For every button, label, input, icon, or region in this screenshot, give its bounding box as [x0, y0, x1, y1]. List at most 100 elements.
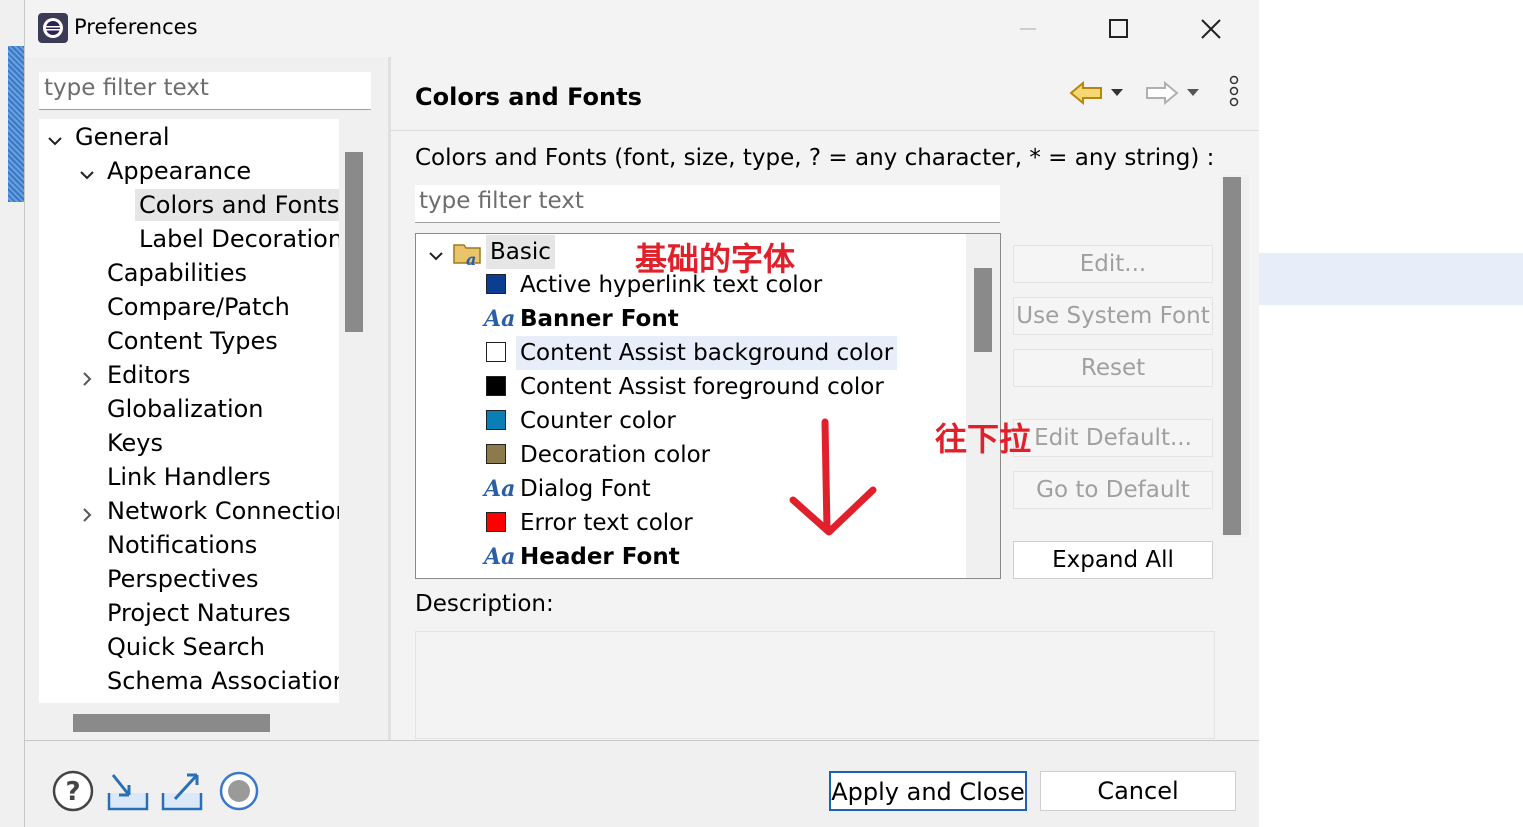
tree-item-keys[interactable]: Keys: [107, 427, 163, 459]
edit-default-button[interactable]: Edit Default...: [1013, 419, 1213, 457]
page-title: Colors and Fonts: [415, 83, 642, 111]
import-icon[interactable]: [105, 769, 149, 813]
colors-tree-scroll-thumb[interactable]: [974, 268, 992, 352]
tree-item-capabilities[interactable]: Capabilities: [107, 257, 247, 289]
tree-item-network-connections[interactable]: Network Connections: [83, 495, 339, 527]
tree-item-label: Keys: [107, 429, 164, 457]
tree-item-appearance[interactable]: Appearance: [80, 155, 252, 187]
tree-item-quick-search[interactable]: Quick Search: [107, 631, 265, 663]
svg-text:a: a: [466, 250, 476, 267]
color-font-item-label: Counter color: [520, 408, 676, 434]
color-swatch-icon: [486, 376, 506, 396]
page-vertical-scroll-thumb[interactable]: [1223, 177, 1241, 535]
reset-button[interactable]: Reset: [1013, 349, 1213, 387]
tree-item-globalization[interactable]: Globalization: [107, 393, 264, 425]
color-font-item-label: Dialog Font: [520, 476, 651, 502]
colors-fonts-tree: a Basic Active hyperlink text color Aa Ban…: [415, 233, 1001, 579]
cancel-button[interactable]: Cancel: [1040, 771, 1236, 811]
page-navigation-tools: [1069, 75, 1249, 111]
font-aa-icon: Aa: [484, 476, 516, 502]
close-button[interactable]: [1188, 12, 1234, 46]
go-to-default-button[interactable]: Go to Default: [1013, 471, 1213, 509]
description-label: Description:: [415, 591, 554, 617]
tree-item-label: Globalization: [107, 395, 264, 423]
font-category-folder-icon: a: [452, 237, 484, 269]
color-font-item-label: Content Assist foreground color: [520, 374, 884, 400]
tree-item-label: Notifications: [107, 531, 258, 559]
preferences-dialog: Preferences type filter text General Appe…: [24, 0, 1259, 827]
export-icon[interactable]: [159, 769, 203, 813]
tree-vertical-scroll-thumb[interactable]: [345, 152, 363, 332]
tree-item-colors-and-fonts[interactable]: Colors and Fonts: [135, 189, 339, 221]
edit-button[interactable]: Edit...: [1013, 245, 1213, 283]
svg-text:?: ?: [65, 777, 80, 807]
annotation-basic-font: 基础的字体: [635, 240, 796, 278]
tree-item-general[interactable]: General: [48, 121, 170, 153]
chevron-right-icon[interactable]: [77, 501, 97, 522]
tree-item-link-handlers[interactable]: Link Handlers: [107, 461, 271, 493]
tree-item-label: Project Natures: [107, 599, 291, 627]
color-font-item-label: Error text color: [520, 510, 693, 536]
background-window-edge: [0, 0, 24, 827]
tree-item-project-natures[interactable]: Project Natures: [107, 597, 291, 629]
tree-item-label: Appearance: [107, 157, 252, 185]
forward-arrow-icon[interactable]: [1146, 80, 1179, 106]
dialog-footer: ? Apply and Close Cancel: [25, 740, 1259, 827]
tree-item-label: Quick Search: [107, 633, 265, 661]
eclipse-app-icon: [37, 12, 69, 44]
colors-fonts-label: Colors and Fonts (font, size, type, ? = …: [415, 145, 1215, 171]
window-title: Preferences: [74, 15, 198, 39]
navigator-filter-input[interactable]: type filter text: [39, 72, 371, 110]
chevron-down-icon[interactable]: [426, 242, 446, 262]
chevron-down-icon[interactable]: [77, 161, 97, 181]
back-dropdown-icon[interactable]: [1111, 89, 1123, 96]
color-swatch-icon: [486, 512, 506, 532]
chevron-right-icon[interactable]: [77, 365, 97, 386]
tree-item-label: Content Types: [107, 327, 278, 355]
use-system-font-button[interactable]: Use System Font: [1013, 297, 1213, 335]
font-aa-icon: Aa: [484, 544, 516, 570]
expand-all-button[interactable]: Expand All: [1013, 541, 1213, 579]
chevron-down-icon[interactable]: [45, 127, 65, 147]
color-swatch-icon: [486, 342, 506, 362]
tree-item-content-types[interactable]: Content Types: [107, 325, 278, 357]
maximize-button[interactable]: [1096, 12, 1142, 46]
background-window: [1258, 0, 1523, 827]
color-font-item-label: Banner Font: [520, 306, 679, 332]
title-bar: Preferences: [25, 0, 1259, 57]
tree-item-label: Link Handlers: [107, 463, 271, 491]
oomph-settings-icon[interactable]: [217, 769, 261, 813]
tree-item-label-decorations[interactable]: Label Decorations: [139, 223, 339, 255]
tree-item-perspectives[interactable]: Perspectives: [107, 563, 259, 595]
tree-item-compare-patch[interactable]: Compare/Patch: [107, 291, 290, 323]
tree-item-label: Label Decorations: [139, 225, 339, 253]
tree-item-notifications[interactable]: Notifications: [107, 529, 257, 561]
tree-item-label: Compare/Patch: [107, 293, 290, 321]
color-font-item-label: Header Font: [520, 544, 680, 570]
tree-item-label: General: [75, 123, 170, 151]
view-menu-icon[interactable]: [1229, 75, 1239, 107]
tree-item-schema-associations[interactable]: Schema Associations: [107, 665, 339, 697]
minimize-button[interactable]: [1005, 12, 1051, 46]
tree-item-label: Colors and Fonts: [139, 191, 339, 219]
forward-dropdown-icon[interactable]: [1187, 89, 1199, 96]
color-font-item-label: Decoration color: [520, 442, 711, 468]
color-font-item-label: Content Assist background color: [516, 336, 898, 370]
colors-fonts-filter-input[interactable]: type filter text: [415, 185, 1000, 223]
preference-navigator: type filter text General Appearance Colors…: [25, 57, 390, 740]
font-aa-icon: Aa: [484, 306, 516, 332]
color-swatch-icon: [486, 410, 506, 430]
help-icon[interactable]: ?: [51, 769, 95, 813]
preference-tree: General Appearance Colors and Fonts Label D…: [39, 119, 339, 703]
back-arrow-icon[interactable]: [1069, 80, 1102, 106]
description-box: [415, 631, 1215, 739]
tree-item-editors[interactable]: Editors: [83, 359, 191, 391]
annotation-scroll-down: 往下拉: [935, 420, 1032, 458]
apply-and-close-button[interactable]: Apply and Close: [829, 771, 1027, 811]
color-swatch-icon: [486, 274, 506, 294]
tree-item-label: Network Connections: [107, 497, 339, 525]
color-swatch-icon: [486, 444, 506, 464]
basic-category-label: Basic: [486, 235, 555, 269]
page-header: Colors and Fonts: [391, 57, 1259, 131]
tree-horizontal-scroll-thumb[interactable]: [73, 714, 270, 732]
